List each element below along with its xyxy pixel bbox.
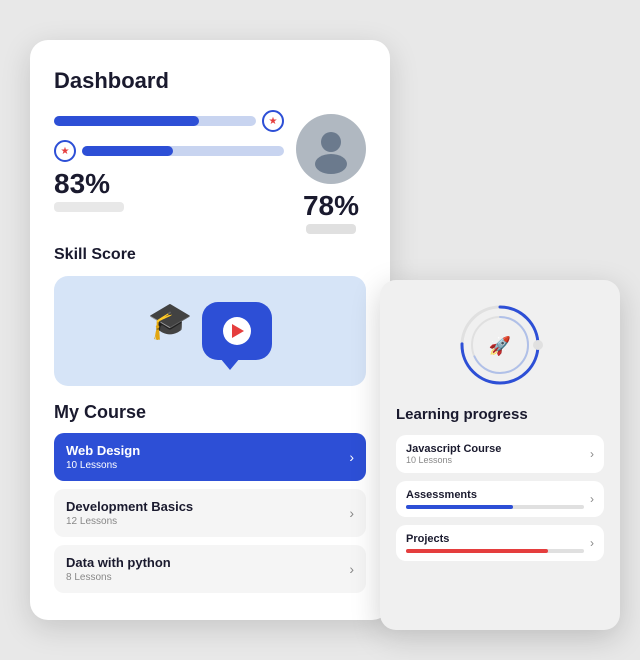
- secondary-card: 🚀 Learning progress Javascript Course 10…: [380, 280, 620, 630]
- learning-chevron-1: ›: [590, 492, 594, 506]
- scene: Dashboard ★ ★: [20, 20, 620, 640]
- course-banner: 🎓: [54, 276, 366, 386]
- learning-item-2[interactable]: Projects ›: [396, 525, 604, 561]
- play-icon: [232, 324, 244, 338]
- avatar-icon: [306, 124, 356, 174]
- learning-chevron-0: ›: [590, 447, 594, 461]
- learning-lessons-0: 10 Lessons: [406, 455, 584, 465]
- learning-progress-title: Learning progress: [396, 406, 604, 423]
- course-chevron-1: ›: [349, 505, 354, 521]
- progress-fill-2: [82, 146, 173, 156]
- learning-item-1[interactable]: Assessments ›: [396, 481, 604, 517]
- learning-name-0: Javascript Course: [406, 443, 584, 455]
- star-badge-1: ★: [262, 110, 284, 132]
- course-lessons-1: 12 Lessons: [66, 516, 193, 527]
- stat-percent-2: 78%: [303, 192, 359, 220]
- learning-item-content-0: Javascript Course 10 Lessons: [406, 443, 584, 465]
- course-lessons-0: 10 Lessons: [66, 460, 140, 471]
- course-item-text-1: Development Basics 12 Lessons: [66, 499, 193, 527]
- course-name-2: Data with python: [66, 555, 171, 570]
- circular-progress-container: 🚀: [396, 300, 604, 390]
- learning-name-1: Assessments: [406, 489, 584, 501]
- course-item-text-2: Data with python 8 Lessons: [66, 555, 171, 583]
- course-lessons-2: 8 Lessons: [66, 572, 171, 583]
- progress-bar-row-2: ★: [54, 140, 284, 162]
- course-name-0: Web Design: [66, 443, 140, 458]
- stat-percent-1: 83%: [54, 170, 124, 198]
- star-badge-2: ★: [54, 140, 76, 162]
- course-chevron-2: ›: [349, 561, 354, 577]
- progress-track-1: [54, 116, 256, 126]
- skill-score-label: Skill Score: [54, 246, 366, 264]
- learning-bar-fill-1: [406, 505, 513, 509]
- learning-item-content-1: Assessments: [406, 489, 584, 509]
- learning-chevron-2: ›: [590, 536, 594, 550]
- stat-label-2: [306, 224, 356, 234]
- play-button[interactable]: [223, 317, 251, 345]
- right-stats: 78%: [296, 110, 366, 234]
- avatar: [296, 114, 366, 184]
- learning-item-0[interactable]: Javascript Course 10 Lessons ›: [396, 435, 604, 473]
- rocket-icon: 🚀: [489, 335, 511, 356]
- learning-bar-fill-2: [406, 549, 548, 553]
- course-item-1[interactable]: Development Basics 12 Lessons ›: [54, 489, 366, 537]
- video-bubble: [202, 302, 272, 360]
- course-item-0[interactable]: Web Design 10 Lessons ›: [54, 433, 366, 481]
- learning-bar-2: [406, 549, 584, 553]
- circular-progress-svg: 🚀: [455, 300, 545, 390]
- learning-item-content-2: Projects: [406, 533, 584, 553]
- my-course-title: My Course: [54, 402, 366, 423]
- course-item-text-0: Web Design 10 Lessons: [66, 443, 140, 471]
- stats-row: 83%: [54, 170, 284, 212]
- learning-bar-1: [406, 505, 584, 509]
- progress-bar-row-1: ★: [54, 110, 284, 132]
- progress-track-2: [82, 146, 284, 156]
- progress-section: ★ ★ 83%: [54, 110, 366, 234]
- left-stats: ★ ★ 83%: [54, 110, 284, 234]
- dashboard-title: Dashboard: [54, 68, 366, 94]
- progress-fill-1: [54, 116, 199, 126]
- main-card: Dashboard ★ ★: [30, 40, 390, 620]
- arc-dot: [533, 340, 543, 350]
- course-name-1: Development Basics: [66, 499, 193, 514]
- stat-label-1: [54, 202, 124, 212]
- course-chevron-0: ›: [349, 449, 354, 465]
- graduation-cap-icon: 🎓: [148, 300, 193, 342]
- learning-name-2: Projects: [406, 533, 584, 545]
- stat-item-1: 83%: [54, 170, 124, 212]
- course-item-2[interactable]: Data with python 8 Lessons ›: [54, 545, 366, 593]
